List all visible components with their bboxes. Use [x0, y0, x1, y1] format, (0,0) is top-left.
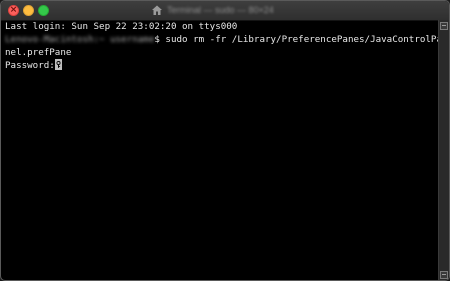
- close-icon: ×: [9, 5, 18, 15]
- home-folder-icon: [152, 5, 162, 15]
- terminal-window: × Terminal — sudo — 80×24 Last login: Su…: [0, 0, 450, 281]
- password-prompt: Password:: [5, 60, 55, 71]
- prompt-host: Lenovo-Macintosh:~ username: [5, 34, 155, 45]
- scroll-down-button[interactable]: [440, 271, 448, 279]
- last-login-line: Last login: Sun Sep 22 23:02:20 on ttys0…: [5, 21, 238, 32]
- zoom-button[interactable]: [38, 5, 49, 16]
- terminal-output[interactable]: Last login: Sun Sep 22 23:02:20 on ttys0…: [5, 20, 442, 278]
- command-wrap-line: nel.prefPane: [5, 47, 72, 58]
- key-cursor-icon: [54, 59, 62, 70]
- command-text: $ sudo rm -fr /Library/PreferencePanes/J…: [154, 34, 442, 45]
- title-bar[interactable]: × Terminal — sudo — 80×24: [1, 1, 449, 21]
- minimize-button[interactable]: [23, 5, 34, 16]
- scroll-up-button[interactable]: [440, 22, 448, 30]
- password-line: Password:: [5, 59, 62, 72]
- vertical-scrollbar[interactable]: [438, 20, 449, 280]
- window-title: Terminal — sudo — 80×24: [167, 5, 274, 15]
- close-button[interactable]: ×: [8, 5, 19, 16]
- command-line: Lenovo-Macintosh:~ username$ sudo rm -fr…: [5, 33, 442, 46]
